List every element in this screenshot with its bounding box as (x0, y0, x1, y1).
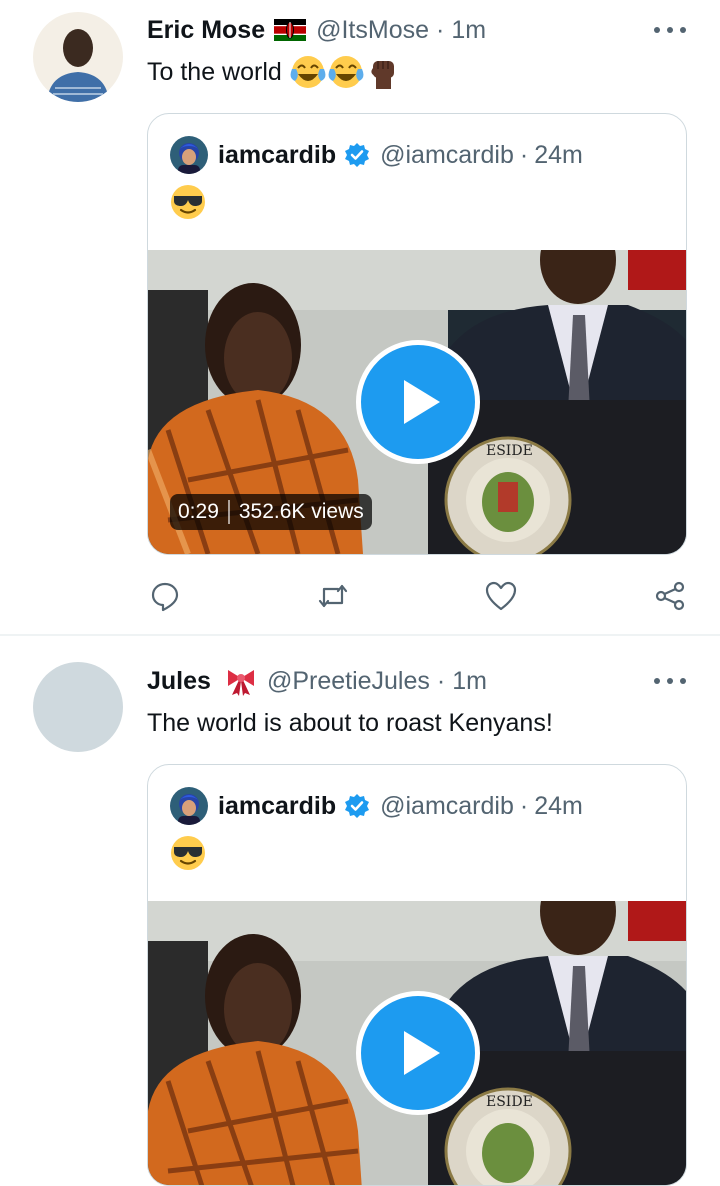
author-handle[interactable]: @ItsMose (316, 16, 429, 45)
ribbon-icon (225, 665, 257, 697)
tweet[interactable]: Jules @PreetieJules · 1m The world is ab… (0, 636, 720, 1186)
tweet-text: The world is about to roast Kenyans! (147, 705, 553, 741)
quoted-avatar[interactable] (170, 136, 208, 174)
tweet-header: Jules @PreetieJules · 1m (147, 661, 487, 701)
share-icon (655, 581, 685, 611)
tweet-actions (147, 578, 687, 618)
quoted-timestamp[interactable]: 24m (534, 792, 583, 821)
video-info-overlay: 0:29 352.6K views (170, 494, 372, 530)
quoted-author-name[interactable]: iamcardib (218, 141, 336, 170)
quoted-author-name[interactable]: iamcardib (218, 792, 336, 821)
author-handle[interactable]: @PreetieJules (267, 667, 430, 696)
smiling-face-with-sunglasses-icon (170, 835, 206, 871)
timestamp[interactable]: 1m (451, 16, 486, 45)
tweet-text-content: The world is about to roast Kenyans! (147, 708, 553, 737)
avatar[interactable] (33, 12, 123, 102)
tweet-header: Eric Mose @ItsMose · 1m (147, 10, 486, 50)
quoted-tweet[interactable]: iamcardib @iamcardib · 24m (147, 764, 687, 1186)
verified-badge-icon (344, 142, 371, 168)
play-icon (404, 1031, 440, 1075)
play-icon (404, 380, 440, 424)
avatar[interactable] (33, 662, 123, 752)
smiling-face-with-sunglasses-icon (170, 184, 206, 220)
reply-button[interactable] (147, 578, 183, 614)
raised-fist-icon (371, 61, 394, 89)
kenya-flag-icon (274, 19, 307, 41)
reply-icon (151, 582, 179, 612)
verified-badge-icon (344, 793, 371, 819)
svg-text:ESIDE: ESIDE (486, 1094, 533, 1110)
face-with-tears-of-joy-icon (289, 55, 326, 89)
retweet-icon (318, 584, 348, 608)
tweet[interactable]: Eric Mose @ItsMose · 1m To the world iam… (0, 0, 720, 636)
like-icon (485, 581, 517, 611)
quoted-author-handle[interactable]: @iamcardib (380, 792, 514, 821)
separator: · (519, 791, 529, 820)
quoted-avatar[interactable] (170, 787, 208, 825)
quoted-author-handle[interactable]: @iamcardib (380, 141, 514, 170)
retweet-button[interactable] (315, 578, 351, 614)
tweet-text: To the world (147, 54, 400, 90)
quoted-tweet[interactable]: iamcardib @iamcardib · 24m (147, 113, 687, 555)
play-button[interactable] (356, 991, 480, 1115)
video-player[interactable]: ESIDE (148, 901, 686, 1185)
more-options-icon[interactable] (654, 20, 686, 40)
quoted-tweet-header: iamcardib @iamcardib · 24m (170, 136, 583, 174)
tweet-text-content: To the world (147, 57, 282, 86)
svg-text:ESIDE: ESIDE (486, 443, 533, 459)
video-player[interactable]: ESIDE 0:29 352.6K views (148, 250, 686, 554)
share-button[interactable] (652, 578, 688, 614)
separator: · (436, 15, 445, 44)
author-name[interactable]: Eric Mose (147, 16, 265, 45)
separator: · (436, 666, 446, 695)
timestamp[interactable]: 1m (452, 667, 487, 696)
quoted-tweet-header: iamcardib @iamcardib · 24m (170, 787, 583, 825)
separator: · (519, 140, 529, 169)
more-options-icon[interactable] (654, 671, 686, 691)
quoted-timestamp[interactable]: 24m (534, 141, 583, 170)
video-views: 352.6K views (238, 500, 364, 523)
face-with-tears-of-joy-icon (327, 55, 364, 89)
author-name[interactable]: Jules (147, 667, 211, 696)
play-button[interactable] (356, 340, 480, 464)
video-duration: 0:29 (178, 500, 219, 523)
like-button[interactable] (483, 578, 519, 614)
